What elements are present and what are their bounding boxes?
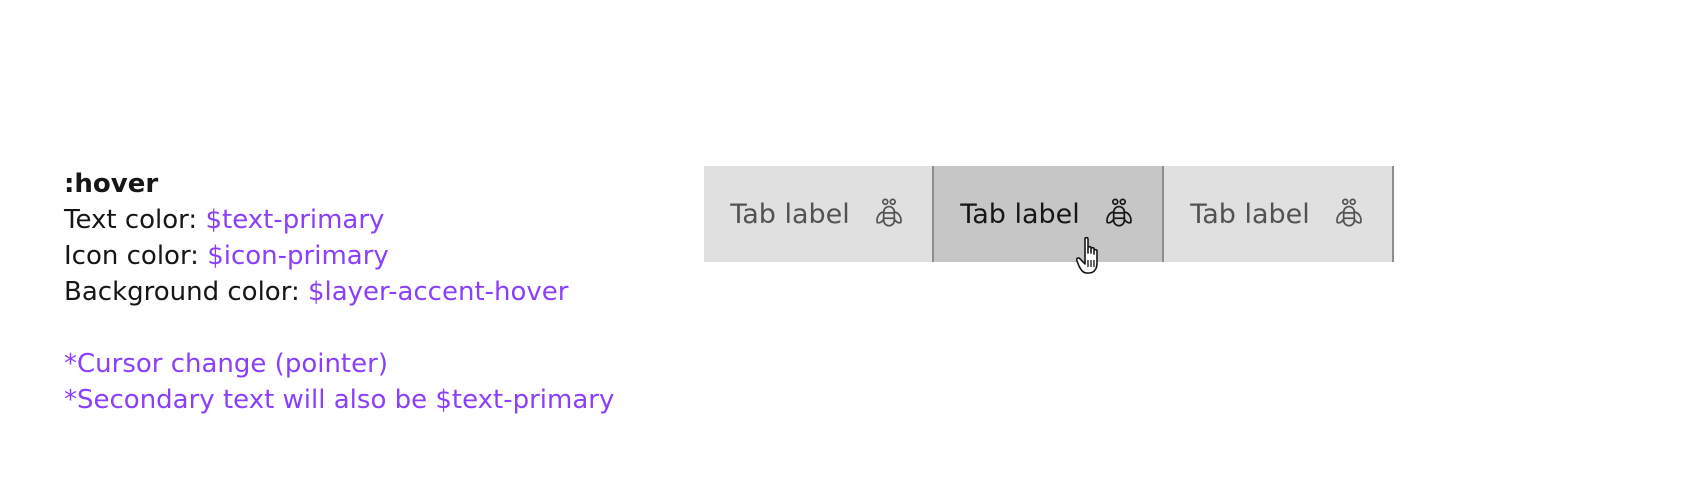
tab-label: Tab label bbox=[1190, 198, 1310, 230]
bee-icon bbox=[1332, 197, 1366, 231]
cursor-note: *Cursor change (pointer) bbox=[64, 349, 388, 379]
icon-color-spec: Icon color: $icon-primary bbox=[64, 238, 684, 274]
icon-color-token: $icon-primary bbox=[207, 241, 389, 271]
bee-icon bbox=[872, 197, 906, 231]
background-color-label: Background color: bbox=[64, 277, 308, 307]
text-color-token: $text-primary bbox=[205, 205, 385, 235]
background-color-token: $layer-accent-hover bbox=[307, 277, 569, 307]
bee-icon bbox=[1102, 197, 1136, 231]
tab-1[interactable]: Tab label bbox=[704, 166, 934, 262]
text-color-label: Text color: bbox=[64, 205, 206, 235]
pointer-hand-cursor-icon bbox=[1075, 236, 1110, 278]
text-color-spec: Text color: $text-primary bbox=[64, 202, 684, 238]
icon-color-label: Icon color: bbox=[64, 241, 208, 271]
tab-2-hovered[interactable]: Tab label bbox=[934, 166, 1164, 262]
tab-label: Tab label bbox=[730, 198, 850, 230]
hover-spec-annotation: :hover Text color: $text-primary Icon co… bbox=[64, 166, 684, 418]
secondary-text-note: *Secondary text will also be $text-prima… bbox=[64, 385, 615, 415]
tab-label: Tab label bbox=[960, 198, 1080, 230]
tab-list: Tab label Tab label Tab label bbox=[704, 166, 1394, 262]
background-color-spec: Background color: $layer-accent-hover bbox=[64, 274, 684, 310]
tab-3[interactable]: Tab label bbox=[1164, 166, 1394, 262]
state-heading: :hover bbox=[64, 169, 159, 199]
